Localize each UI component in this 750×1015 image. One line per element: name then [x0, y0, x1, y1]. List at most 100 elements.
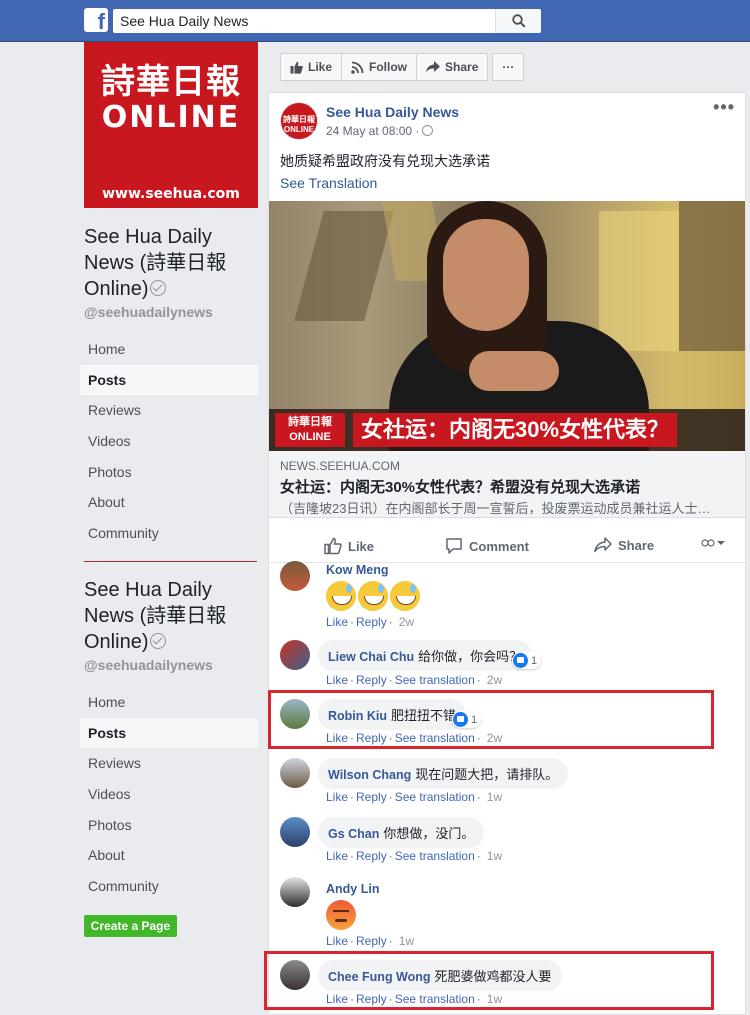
comment-time[interactable]: 1w — [399, 934, 414, 948]
chevron-down-icon — [701, 539, 725, 547]
commenter-name[interactable]: Kow Meng — [326, 563, 389, 577]
nav-item-community[interactable]: Community — [80, 518, 258, 549]
link-description: （吉隆坡23日讯）在内阁部长于周一宣誓后，投废票运动成员兼社运人士… — [280, 501, 711, 516]
comment-like-link[interactable]: Like — [326, 790, 348, 804]
post-like-button[interactable]: Like — [324, 537, 374, 555]
commenter-avatar[interactable] — [280, 561, 310, 591]
comment-reply-link[interactable]: Reply — [356, 849, 387, 863]
comment-like-link[interactable]: Like — [326, 615, 348, 629]
commenter-name[interactable]: Andy Lin — [326, 882, 379, 896]
commenter-avatar[interactable] — [280, 758, 310, 788]
commenter-avatar[interactable] — [280, 877, 310, 907]
post-author-avatar[interactable]: 詩華日報 ONLINE — [280, 102, 318, 140]
comment-text: 现在问题大把，请排队。 — [415, 767, 559, 782]
nav-item-videos[interactable]: Videos — [80, 426, 258, 457]
comment-see-translation-link[interactable]: See translation — [395, 790, 475, 804]
search-input-value[interactable]: See Hua Daily News — [120, 13, 248, 29]
verified-badge-icon — [150, 633, 167, 649]
search-button[interactable] — [495, 9, 541, 33]
commenter-avatar[interactable] — [280, 640, 310, 670]
nav-item-photos[interactable]: Photos — [80, 457, 258, 488]
share-page-button[interactable]: Share — [416, 53, 489, 81]
comment-reply-link[interactable]: Reply — [356, 790, 387, 804]
link-domain: NEWS.SEEHUA.COM — [280, 459, 401, 473]
search-input[interactable]: See Hua Daily News — [113, 9, 541, 33]
nav-item-reviews[interactable]: Reviews — [80, 748, 258, 779]
link-preview[interactable]: NEWS.SEEHUA.COM 女社运：内阁无30%女性代表？希盟没有兑现大选承… — [269, 451, 745, 518]
post-more-icon[interactable]: ••• — [713, 97, 735, 118]
share-arrow-icon — [426, 61, 441, 73]
comment-see-translation-link[interactable]: See translation — [395, 849, 475, 863]
comment-item: Wilson Chang 现在问题大把，请排队。 Like · Reply · See t… — [280, 758, 720, 808]
comment-time[interactable]: 2w — [399, 615, 414, 629]
page-title[interactable]: See Hua Daily News (詩華日報 Online) — [84, 224, 259, 302]
comment-emoji-row — [326, 900, 356, 935]
commenter-name[interactable]: Liew Chai Chu — [328, 650, 414, 664]
post-timestamp[interactable]: 24 May at 08:00 · — [326, 124, 434, 138]
comment-time[interactable]: 1w — [487, 849, 502, 863]
nav-item-posts[interactable]: Posts — [80, 717, 258, 749]
comment-item: Kow Meng Like · Reply · 2w — [280, 561, 720, 631]
see-translation-link[interactable]: See Translation — [280, 175, 377, 191]
comment-see-translation-link[interactable]: See translation — [395, 673, 475, 687]
follow-page-button[interactable]: Follow — [341, 53, 418, 81]
comment-actions: Like · Reply · 1w — [326, 934, 415, 948]
page-handle[interactable]: @seehuadailynews — [84, 304, 213, 320]
commenter-name[interactable]: Wilson Chang — [328, 768, 411, 782]
top-navigation-bar: f See Hua Daily News — [0, 0, 750, 42]
comment-like-link[interactable]: Like — [326, 934, 348, 948]
search-icon — [511, 14, 526, 28]
comment-text: 你想做，没门。 — [383, 826, 475, 841]
page-profile-picture[interactable]: 詩華日報 ONLINE www.seehua.com — [84, 42, 258, 208]
comment-bubble: Liew Chai Chu 给你做，你会吗？ — [318, 640, 533, 671]
image-background-shape — [679, 201, 745, 351]
post-author-name[interactable]: See Hua Daily News — [326, 104, 459, 120]
comment-like-link[interactable]: Like — [326, 849, 348, 863]
page-action-bar: Like Follow Share ··· — [280, 53, 525, 81]
nav-item-home[interactable]: Home — [80, 687, 258, 718]
like-page-button[interactable]: Like — [280, 53, 343, 81]
comment-like-count[interactable]: 1 — [512, 652, 542, 669]
nav-item-reviews[interactable]: Reviews — [80, 395, 258, 426]
commenter-avatar[interactable] — [280, 817, 310, 847]
nav-item-photos[interactable]: Photos — [80, 810, 258, 841]
comment-reply-link[interactable]: Reply — [356, 615, 387, 629]
image-person-face — [443, 219, 529, 331]
reaction-audience-selector[interactable] — [701, 538, 725, 551]
page-handle-repeat[interactable]: @seehuadailynews — [84, 657, 213, 673]
comment-time[interactable]: 1w — [487, 790, 502, 804]
image-headline-text: 女社运：内阁无30%女性代表？ — [353, 413, 678, 447]
share-arrow-outline-icon — [594, 537, 612, 553]
commenter-name[interactable]: Gs Chan — [328, 827, 379, 841]
laugh-sweat-emoji-icon — [390, 581, 420, 611]
link-title[interactable]: 女社运：内阁无30%女性代表？希盟没有兑现大选承诺 — [280, 476, 640, 497]
facebook-logo-icon[interactable]: f — [84, 8, 108, 34]
create-page-button[interactable]: Create a Page — [84, 915, 177, 937]
nav-item-posts[interactable]: Posts — [80, 364, 258, 396]
nav-item-community[interactable]: Community — [80, 871, 258, 902]
nav-item-about[interactable]: About — [80, 840, 258, 871]
globe-icon — [422, 125, 434, 136]
post-link-image[interactable]: 詩華日報 ONLINE 女社运：内阁无30%女性代表？ — [269, 201, 745, 451]
comment-actions: Like · Reply · 2w — [326, 615, 415, 629]
comment-reply-link[interactable]: Reply — [356, 673, 387, 687]
nav-item-videos[interactable]: Videos — [80, 779, 258, 810]
highlight-box-chee-fung-wong — [264, 951, 714, 1010]
highlight-box-robin-kiu — [268, 690, 714, 749]
more-options-button[interactable]: ··· — [492, 53, 525, 81]
comment-item: Gs Chan 你想做，没门。 Like · Reply · See translatio… — [280, 817, 720, 867]
image-background-shape — [294, 211, 394, 321]
post-comment-button[interactable]: Comment — [445, 537, 529, 555]
nav-item-about[interactable]: About — [80, 487, 258, 518]
post-share-button[interactable]: Share — [594, 537, 654, 553]
comment-time[interactable]: 2w — [487, 673, 502, 687]
page-title-repeat[interactable]: See Hua Daily News (詩華日報 Online) — [84, 577, 259, 655]
comment-actions: Like · Reply · See translation · 1w — [326, 849, 503, 863]
comment-like-link[interactable]: Like — [326, 673, 348, 687]
comment-reply-link[interactable]: Reply — [356, 934, 387, 948]
nav-item-home[interactable]: Home — [80, 334, 258, 365]
comment-text: 给你做，你会吗？ — [418, 649, 523, 664]
post-text: 她质疑希盟政府没有兑现大选承诺 — [280, 153, 490, 169]
comment-actions: Like · Reply · See translation · 1w — [326, 790, 503, 804]
thumbs-up-icon — [290, 61, 303, 74]
